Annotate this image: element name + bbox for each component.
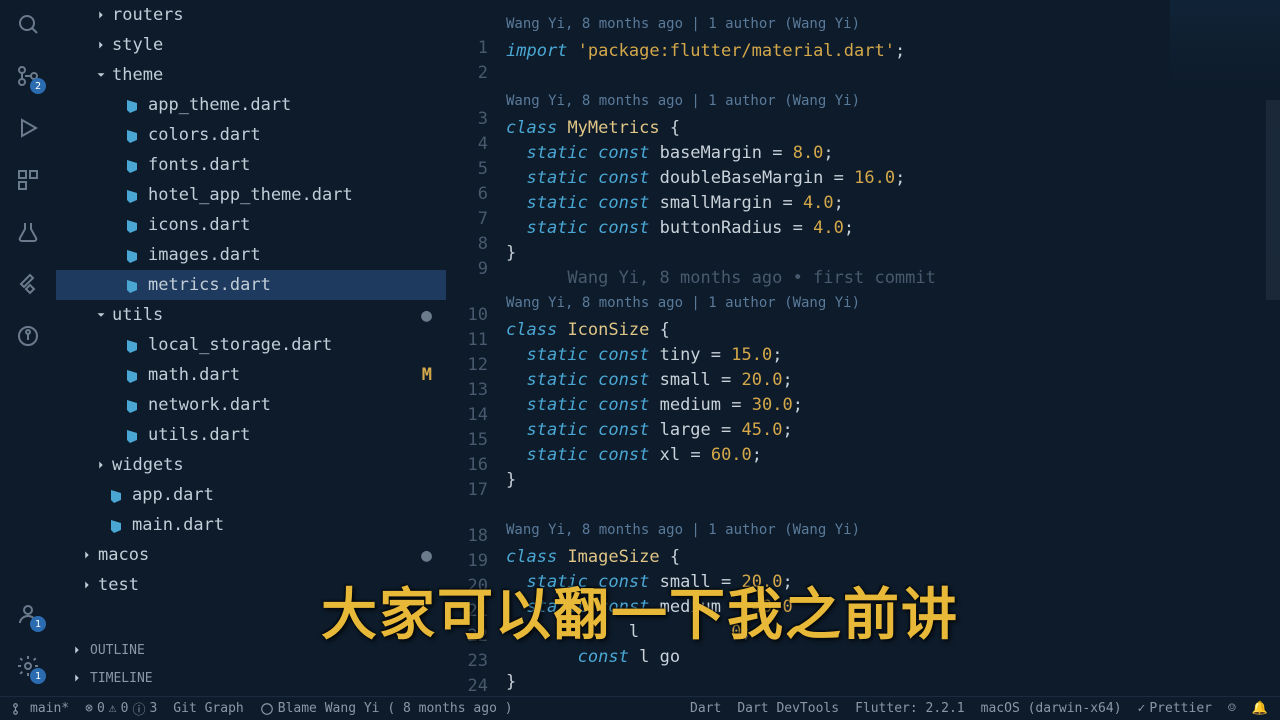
code-lens[interactable]: Wang Yi, 8 months ago | 1 author (Wang Y… <box>506 89 1280 116</box>
code-lens[interactable]: Wang Yi, 8 months ago | 1 author (Wang Y… <box>506 12 1280 39</box>
folder-item[interactable]: routers <box>56 0 446 30</box>
folder-item[interactable]: widgets <box>56 450 446 480</box>
git-icon[interactable] <box>14 322 42 350</box>
folder-item[interactable]: theme <box>56 60 446 90</box>
platform-indicator[interactable]: macOS (darwin-x64) <box>981 701 1122 716</box>
bell-icon[interactable]: 🔔 <box>1252 701 1268 716</box>
testing-icon[interactable] <box>14 218 42 246</box>
git-blame-ghost: Wang Yi, 8 months ago • first commit <box>506 268 936 288</box>
file-item[interactable]: hotel_app_theme.dart <box>56 180 446 210</box>
file-item[interactable]: network.dart <box>56 390 446 420</box>
scm-badge: 2 <box>30 78 46 94</box>
branch-indicator[interactable]: main* <box>12 701 69 716</box>
devtools-button[interactable]: Dart DevTools <box>737 701 839 716</box>
feedback-icon[interactable]: ☺ <box>1228 701 1236 716</box>
file-item[interactable]: utils.dart <box>56 420 446 450</box>
settings-icon[interactable]: 1 <box>14 652 42 680</box>
git-graph-button[interactable]: Git Graph <box>173 701 243 716</box>
file-tree[interactable]: routersstylethemeapp_theme.dartcolors.da… <box>56 0 446 636</box>
folder-item[interactable]: utils● <box>56 300 446 330</box>
panel-timeline[interactable]: TIMELINE <box>56 664 446 692</box>
file-item[interactable]: images.dart <box>56 240 446 270</box>
prettier-button[interactable]: ✓ Prettier <box>1138 701 1212 716</box>
file-item[interactable]: app.dart <box>56 480 446 510</box>
language-mode[interactable]: Dart <box>690 701 721 716</box>
scrollbar[interactable] <box>1266 100 1280 300</box>
file-item[interactable]: math.dartM <box>56 360 446 390</box>
file-item[interactable]: icons.dart <box>56 210 446 240</box>
search-icon[interactable] <box>14 10 42 38</box>
account-badge: 1 <box>30 616 46 632</box>
activity-bar: 2 1 1 <box>0 0 56 720</box>
file-item[interactable]: app_theme.dart <box>56 90 446 120</box>
subtitle-overlay: 大家可以翻一下我之前讲 <box>321 570 959 651</box>
blame-indicator[interactable]: Blame Wang Yi ( 8 months ago ) <box>260 701 513 716</box>
flutter-version[interactable]: Flutter: 2.2.1 <box>855 701 965 716</box>
settings-badge: 1 <box>30 668 46 684</box>
file-item[interactable]: fonts.dart <box>56 150 446 180</box>
account-icon[interactable]: 1 <box>14 600 42 628</box>
folder-item[interactable]: style <box>56 30 446 60</box>
extensions-icon[interactable] <box>14 166 42 194</box>
status-bar: main* ⊗0 ⚠0 ⓘ3 Git Graph Blame Wang Yi (… <box>0 696 1280 720</box>
file-item[interactable]: local_storage.dart <box>56 330 446 360</box>
debug-icon[interactable] <box>14 114 42 142</box>
file-item[interactable]: main.dart <box>56 510 446 540</box>
flutter-icon[interactable] <box>14 270 42 298</box>
file-item[interactable]: colors.dart <box>56 120 446 150</box>
code-lens[interactable]: Wang Yi, 8 months ago | 1 author (Wang Y… <box>506 518 1280 545</box>
source-control-icon[interactable]: 2 <box>14 62 42 90</box>
folder-item[interactable]: macos● <box>56 540 446 570</box>
minimap[interactable] <box>1170 0 1280 90</box>
file-item[interactable]: metrics.dart <box>56 270 446 300</box>
problems-indicator[interactable]: ⊗0 ⚠0 ⓘ3 <box>85 699 157 718</box>
code-lens[interactable]: Wang Yi, 8 months ago | 1 author (Wang Y… <box>506 291 1280 318</box>
